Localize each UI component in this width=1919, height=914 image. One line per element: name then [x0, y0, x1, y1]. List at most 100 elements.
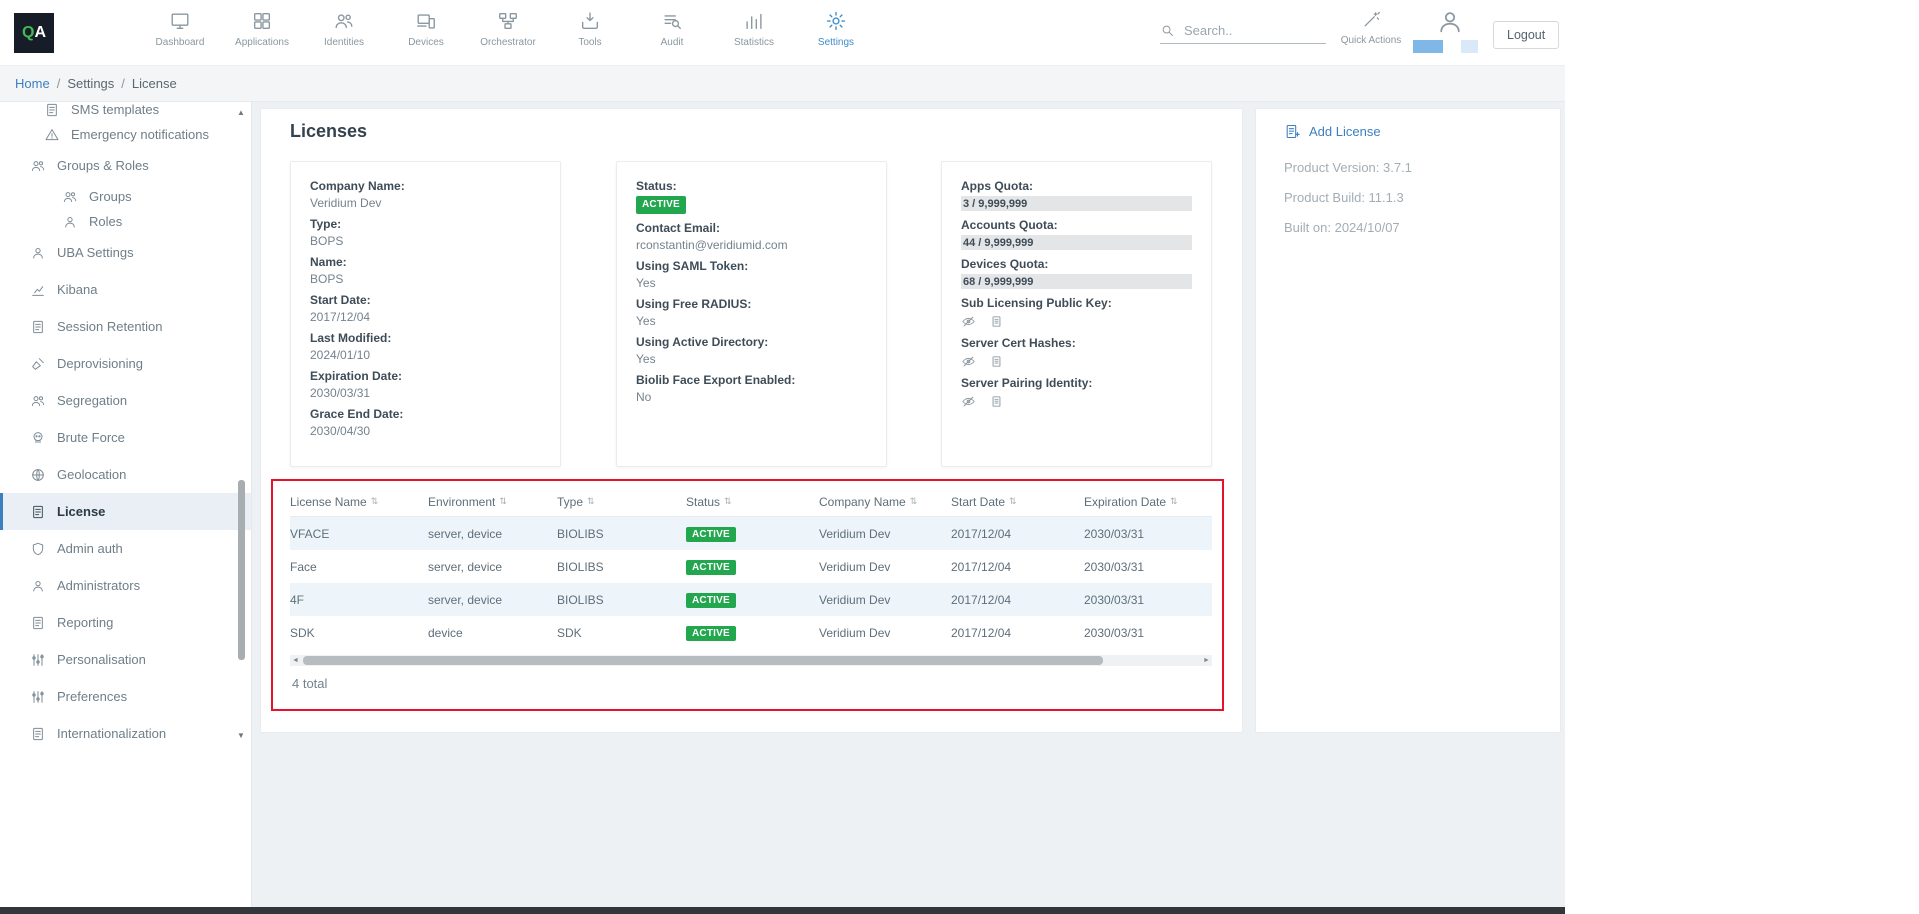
sidebar-item-administrators[interactable]: Administrators	[0, 567, 251, 604]
column-label: Type	[557, 495, 583, 509]
copy-icon[interactable]	[989, 394, 1004, 409]
quick-actions-button[interactable]: Quick Actions	[1338, 10, 1404, 46]
sidebar-item-label: Admin auth	[57, 541, 123, 556]
sidebar-item-geolocation[interactable]: Geolocation	[0, 456, 251, 493]
cell-license-name: Face	[290, 560, 428, 574]
nav-item-identities[interactable]: Identities	[303, 10, 385, 48]
accent-swatch	[1413, 40, 1443, 53]
column-header-company-name[interactable]: Company Name⇅	[819, 495, 951, 509]
column-header-expiration-date[interactable]: Expiration Date⇅	[1084, 495, 1212, 509]
sort-icon[interactable]: ⇅	[499, 496, 507, 507]
cell-company-name: Veridium Dev	[819, 593, 951, 607]
reveal-eye-off-icon[interactable]	[961, 354, 976, 369]
cell-environment: server, device	[428, 527, 557, 541]
column-header-start-date[interactable]: Start Date⇅	[951, 495, 1084, 509]
sidebar-item-kibana[interactable]: Kibana	[0, 271, 251, 308]
column-header-type[interactable]: Type ⇅	[557, 495, 686, 509]
logout-button[interactable]: Logout	[1493, 21, 1559, 49]
status-badge: ACTIVE	[686, 593, 736, 608]
sidebar-item-groups-roles[interactable]: Groups & Roles	[0, 147, 251, 184]
add-license-button[interactable]: Add License	[1284, 123, 1381, 140]
field-last-modified: Last Modified:2024/01/10	[310, 331, 541, 362]
field-label: Type:	[310, 217, 541, 231]
sidebar-item-label: Segregation	[57, 393, 127, 408]
sidebar-item-internationalization[interactable]: Internationalization	[0, 715, 251, 747]
scroll-left-arrow[interactable]: ◄	[290, 655, 301, 666]
nav-item-orchestrator[interactable]: Orchestrator	[467, 10, 549, 48]
cell-status: ACTIVE	[686, 592, 819, 608]
field-label: Using Active Directory:	[636, 335, 867, 349]
nav-item-tools[interactable]: Tools	[549, 10, 631, 48]
nav-item-label: Applications	[235, 37, 289, 48]
sidebar-item-segregation[interactable]: Segregation	[0, 382, 251, 419]
sort-icon[interactable]: ⇅	[587, 496, 595, 507]
column-label: Environment	[428, 495, 495, 509]
field-apps-quota: Apps Quota:3 / 9,999,999	[961, 179, 1192, 211]
field-label: Grace End Date:	[310, 407, 541, 421]
column-header-license-name[interactable]: License Name⇅	[290, 495, 428, 509]
nav-item-applications[interactable]: Applications	[221, 10, 303, 48]
status-badge: ACTIVE	[636, 196, 686, 214]
accent-swatch-light	[1461, 40, 1478, 53]
sort-icon[interactable]: ⇅	[371, 496, 379, 507]
sidebar-item-session-retention[interactable]: Session Retention	[0, 308, 251, 345]
table-row-sdk[interactable]: SDKdeviceSDKACTIVEVeridium Dev2017/12/04…	[290, 616, 1212, 649]
copy-icon[interactable]	[989, 354, 1004, 369]
quota-value: 68 / 9,999,999	[961, 276, 1033, 288]
total-count: 4 total	[292, 676, 327, 691]
table-row-face[interactable]: Faceserver, deviceBIOLIBSACTIVEVeridium …	[290, 550, 1212, 583]
user-avatar[interactable]	[1436, 8, 1464, 36]
sidebar-item-emergency-notifications[interactable]: Emergency notifications	[0, 122, 251, 147]
app-logo[interactable]: Q A	[14, 13, 54, 53]
sidebar-item-groups[interactable]: Groups	[0, 184, 251, 209]
logo-letter-q: Q	[22, 24, 34, 42]
table-row-4f[interactable]: 4Fserver, deviceBIOLIBSACTIVEVeridium De…	[290, 583, 1212, 616]
cell-license-name: SDK	[290, 626, 428, 640]
column-header-status[interactable]: Status⇅	[686, 495, 819, 509]
sort-icon[interactable]: ⇅	[1009, 496, 1017, 507]
sidebar-item-license[interactable]: License	[0, 493, 251, 530]
sidebar-item-label: SMS templates	[71, 102, 159, 117]
search-input[interactable]	[1184, 23, 1309, 38]
sort-icon[interactable]: ⇅	[910, 496, 918, 507]
sidebar-item-personalisation[interactable]: Personalisation	[0, 641, 251, 678]
sort-icon[interactable]: ⇅	[1170, 496, 1178, 507]
scrollbar-thumb[interactable]	[303, 656, 1103, 665]
sidebar-item-admin-auth[interactable]: Admin auth	[0, 530, 251, 567]
sidebar-item-brute-force[interactable]: Brute Force	[0, 419, 251, 456]
nav-item-settings[interactable]: Settings	[795, 10, 877, 48]
cell-company-name: Veridium Dev	[819, 626, 951, 640]
cell-company-name: Veridium Dev	[819, 527, 951, 541]
reveal-eye-off-icon[interactable]	[961, 394, 976, 409]
field-name: Name:BOPS	[310, 255, 541, 286]
sidebar-item-roles[interactable]: Roles	[0, 209, 251, 234]
nav-item-audit[interactable]: Audit	[631, 10, 713, 48]
reveal-eye-off-icon[interactable]	[961, 314, 976, 329]
breadcrumb-settings[interactable]: Settings	[67, 76, 114, 91]
status-badge: ACTIVE	[686, 527, 736, 542]
field-label: Start Date:	[310, 293, 541, 307]
nav-item-devices[interactable]: Devices	[385, 10, 467, 48]
product-meta: Product Version: 3.7.1 Product Build: 11…	[1284, 159, 1412, 236]
column-header-environment[interactable]: Environment ⇅	[428, 495, 557, 509]
sort-icon[interactable]: ⇅	[724, 496, 732, 507]
scrollbar-track[interactable]	[301, 655, 1201, 666]
field-server-cert-hashes: Server Cert Hashes:	[961, 336, 1192, 369]
sidebar-item-reporting[interactable]: Reporting	[0, 604, 251, 641]
copy-icon[interactable]	[989, 314, 1004, 329]
sidebar-scrollbar-thumb[interactable]	[238, 480, 245, 660]
sidebar-scroll-down-arrow[interactable]: ▼	[236, 731, 246, 740]
sidebar-item-sms-templates[interactable]: SMS templates	[0, 102, 251, 122]
breadcrumb-home[interactable]: Home	[15, 76, 50, 91]
sidebar-item-uba-settings[interactable]: UBA Settings	[0, 234, 251, 271]
nav-item-statistics[interactable]: Statistics	[713, 10, 795, 48]
nav-item-dashboard[interactable]: Dashboard	[139, 10, 221, 48]
sidebar-item-deprovisioning[interactable]: Deprovisioning	[0, 345, 251, 382]
table-row-vface[interactable]: VFACEserver, deviceBIOLIBSACTIVEVeridium…	[290, 517, 1212, 550]
sidebar-item-preferences[interactable]: Preferences	[0, 678, 251, 715]
sidebar-item-label: Kibana	[57, 282, 97, 297]
scroll-right-arrow[interactable]: ►	[1201, 655, 1212, 666]
quick-actions-label: Quick Actions	[1341, 35, 1402, 46]
applications-icon	[251, 10, 273, 32]
sidebar-scroll-up-arrow[interactable]: ▲	[236, 108, 246, 117]
